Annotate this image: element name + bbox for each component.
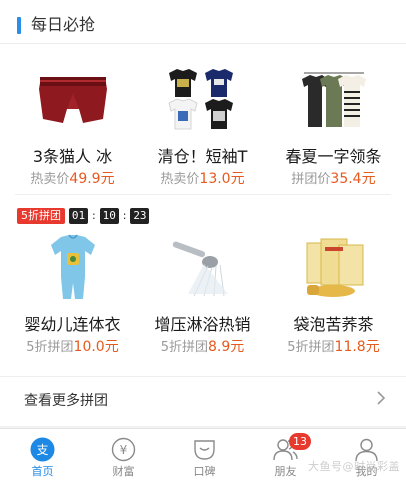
price-label: 拼团价 (291, 172, 331, 187)
section-accent-bar (17, 17, 21, 34)
timer-colon: : (92, 209, 96, 222)
product-card-tea-bags[interactable]: 袋泡苦荞茶 5折拼团11.8元 (266, 228, 401, 357)
group-buy-tag: 5折拼团 (17, 208, 65, 224)
product-name: 婴幼儿连体衣 (24, 315, 121, 334)
tab-label: 首页 (31, 465, 54, 478)
group-buy-timer-row: 5折拼团 01 : 10 : 23 (17, 207, 150, 225)
baby-onesie-image (5, 228, 140, 308)
price-value: 8.9元 (208, 339, 245, 355)
watermark: 大鱼号@时尚彩盖 (308, 460, 400, 473)
svg-text:支: 支 (36, 443, 48, 457)
timer-minutes: 10 (99, 208, 119, 224)
price-line: 5折拼团11.8元 (266, 338, 401, 357)
view-more-label: 查看更多拼团 (24, 393, 108, 409)
product-card-tshirts[interactable]: 清仓！短袖T 热卖价13.0元 (135, 60, 270, 189)
alipay-icon: 支 (30, 437, 55, 462)
price-value: 13.0元 (199, 171, 245, 187)
tshirts-image (135, 60, 270, 140)
timer-seconds: 23 (130, 208, 150, 224)
price-value: 10.0元 (73, 339, 119, 355)
wealth-icon: ¥ (111, 437, 136, 462)
price-value: 49.9元 (69, 171, 115, 187)
product-name: 3条猫人 冰 (32, 147, 113, 166)
divider (15, 194, 391, 195)
striped-shirts-image (266, 60, 401, 140)
chevron-right-icon (377, 391, 386, 405)
timer-hours: 01 (69, 208, 88, 224)
timer-colon: : (122, 209, 127, 222)
product-name: 增压淋浴热销 (154, 315, 251, 334)
tab-koubei[interactable]: 口碑 (164, 429, 245, 483)
product-name: 袋泡苦荞茶 (293, 315, 374, 334)
tab-profile[interactable]: 我的 (326, 429, 406, 483)
price-line: 5折拼团10.0元 (5, 338, 140, 357)
product-card-underwear[interactable]: 3条猫人 冰 热卖价49.9元 (5, 60, 140, 189)
price-label: 5折拼团 (160, 340, 208, 355)
tab-wealth[interactable]: ¥ 财富 (83, 429, 164, 483)
price-line: 拼团价35.4元 (266, 170, 401, 189)
price-label: 5折拼团 (26, 340, 74, 355)
view-more-group-buys[interactable]: 查看更多拼团 (0, 376, 406, 420)
price-value: 35.4元 (330, 171, 376, 187)
daily-deals-panel: 每日必抢 3条猫人 冰 热卖价49.9元 清仓！短袖T 热卖价13.0元 春夏一… (0, 0, 406, 426)
underwear-image (5, 60, 140, 140)
price-line: 热卖价49.9元 (5, 170, 140, 189)
price-label: 5折拼团 (287, 340, 335, 355)
price-label: 热卖价 (30, 172, 70, 187)
tab-friends[interactable]: 13 朋友 (245, 429, 326, 483)
friends-notification-badge: 13 (289, 433, 311, 450)
section-header: 每日必抢 (0, 4, 406, 44)
svg-text:¥: ¥ (120, 443, 128, 457)
tea-bags-image (266, 228, 401, 308)
price-label: 热卖价 (160, 172, 200, 187)
tab-label: 口碑 (193, 465, 216, 478)
koubei-icon (194, 440, 215, 460)
section-title: 每日必抢 (31, 15, 96, 34)
tab-label: 财富 (112, 465, 135, 478)
product-name: 清仓！短袖T (157, 147, 248, 166)
product-name: 春夏一字领条 (285, 147, 382, 166)
product-card-shower-head[interactable]: 增压淋浴热销 5折拼团8.9元 (135, 228, 270, 357)
price-value: 11.8元 (334, 339, 380, 355)
price-line: 5折拼团8.9元 (135, 338, 270, 357)
tab-home[interactable]: 支 首页 (2, 429, 83, 483)
product-card-baby-onesie[interactable]: 婴幼儿连体衣 5折拼团10.0元 (5, 228, 140, 357)
product-card-striped-shirts[interactable]: 春夏一字领条 拼团价35.4元 (266, 60, 401, 189)
bottom-tab-bar: 支 首页 ¥ 财富 口碑 13 朋友 我的 (0, 428, 406, 483)
shower-head-image (135, 228, 270, 308)
price-line: 热卖价13.0元 (135, 170, 270, 189)
